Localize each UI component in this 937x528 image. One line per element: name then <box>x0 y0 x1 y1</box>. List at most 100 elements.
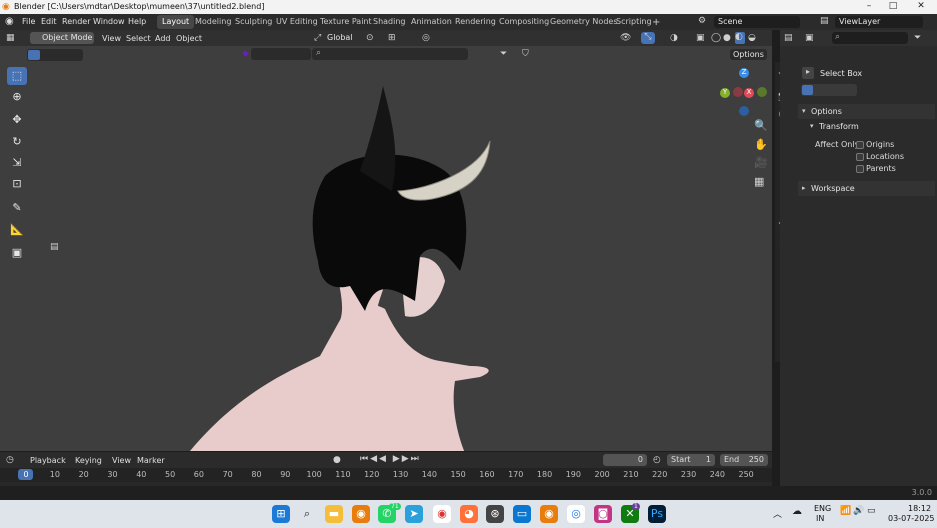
windows-start-icon[interactable]: ⊞ <box>272 505 290 523</box>
tab-shading[interactable]: Shading <box>368 15 411 29</box>
gizmo-x-axis[interactable]: X <box>744 88 754 98</box>
select-box-tool-icon[interactable]: ⬚ <box>7 67 27 85</box>
scene-selector[interactable]: Scene <box>714 16 800 28</box>
select-new-icon[interactable] <box>28 50 40 60</box>
file-explorer-icon[interactable]: ▬ <box>325 505 343 523</box>
menu-marker[interactable]: Marker <box>137 456 165 465</box>
restrict-icon[interactable]: ⛉ <box>522 49 529 59</box>
gizmo-toggle-icon[interactable]: ⤡ <box>641 32 655 44</box>
gizmo-neg-y[interactable] <box>757 87 767 97</box>
outliner-search-icon[interactable]: ⌕ <box>832 32 908 44</box>
blender-taskbar-icon[interactable]: ◉ <box>352 505 370 523</box>
menu-playback[interactable]: Playback <box>30 456 66 465</box>
mode-selector[interactable]: Object Mode <box>30 32 94 44</box>
menu-timeline-view[interactable]: View <box>112 456 131 465</box>
cursor-tool-icon[interactable]: ⊕ <box>7 88 27 106</box>
camera-view-icon[interactable]: 🎥 <box>754 156 768 169</box>
language-label[interactable]: ENG <box>814 504 831 513</box>
instagram-icon[interactable]: ◙ <box>594 505 612 523</box>
material-shading-icon[interactable]: ◐ <box>735 32 745 44</box>
select-mode-new-icon[interactable] <box>802 85 813 95</box>
gizmo-y-axis[interactable]: Y <box>720 88 730 98</box>
app-icon[interactable]: ⊛ <box>486 505 504 523</box>
photoshop-icon[interactable]: Ps <box>648 505 666 523</box>
current-frame-field[interactable]: 0 <box>603 454 647 466</box>
menu-render[interactable]: Render <box>62 17 90 26</box>
selectability-toggles[interactable] <box>251 48 311 60</box>
gizmo-neg-z[interactable] <box>739 106 749 116</box>
playback-controls[interactable]: ⏮◀◀ ▶▶⏭ <box>360 454 421 464</box>
taskbar-search-icon[interactable]: ⌕ <box>298 505 316 523</box>
menu-add[interactable]: Add <box>155 34 171 43</box>
onedrive-icon[interactable]: ☁ <box>792 506 802 517</box>
perspective-toggle-icon[interactable]: ▦ <box>754 175 764 188</box>
chrome-variant-icon[interactable]: ◉ <box>433 505 451 523</box>
outliner-filter-icon[interactable]: ⏷ <box>914 33 921 43</box>
end-frame-field[interactable]: End 250 <box>720 454 768 466</box>
gizmo-neg-x[interactable] <box>733 87 743 97</box>
proportional-edit-icon[interactable]: ◎ <box>422 33 430 43</box>
tab-layout[interactable]: Layout <box>157 15 195 29</box>
3d-viewport[interactable]: ◆ ⌕ ⏷ ⛉ Options ⬚ ⊕ ✥ ↻ ⇲ ⊡ ✎ 📐 ▣ ▤ Z Y … <box>0 46 772 451</box>
blender-menu-icon[interactable]: ◉ <box>5 16 14 27</box>
minimize-button[interactable]: – <box>860 1 878 13</box>
wifi-icon[interactable]: 📶 <box>840 506 851 516</box>
workspace-panel-header[interactable]: ▸ Workspace <box>798 181 935 196</box>
transform-tool-icon[interactable]: ⊡ <box>7 175 27 193</box>
parents-checkbox[interactable] <box>856 165 864 173</box>
menu-object[interactable]: Object <box>176 34 202 43</box>
search-icon[interactable]: ⌕ <box>312 48 468 60</box>
menu-select[interactable]: Select <box>126 34 151 43</box>
remote-desktop-icon[interactable]: ▭ <box>513 505 531 523</box>
maximize-button[interactable]: □ <box>884 1 902 13</box>
transform-subpanel-header[interactable]: ▾ Transform <box>805 120 935 134</box>
options-dropdown[interactable]: Options <box>730 49 767 60</box>
solid-shading-icon[interactable]: ● <box>723 33 731 43</box>
menu-view[interactable]: View <box>102 34 121 43</box>
clock-icon[interactable]: ◴ <box>653 455 661 465</box>
transform-orientation-select[interactable]: Global <box>324 32 360 44</box>
locations-checkbox[interactable] <box>856 153 864 161</box>
timeline-editor-icon[interactable]: ◷ <box>6 455 14 465</box>
telegram-icon[interactable]: ➤ <box>405 505 423 523</box>
collapse-toolbar-icon[interactable]: ▤ <box>50 242 59 252</box>
clock-date[interactable]: 03-07-2025 <box>888 514 935 523</box>
annotate-tool-icon[interactable]: ✎ <box>7 199 27 217</box>
volume-icon[interactable]: 🔊 <box>853 506 864 516</box>
options-panel-header[interactable]: ▾ Options <box>798 104 935 119</box>
scale-tool-icon[interactable]: ⇲ <box>7 154 27 172</box>
view-layer-selector[interactable]: ViewLayer <box>835 16 923 28</box>
rotate-tool-icon[interactable]: ↻ <box>7 133 27 151</box>
gizmo-z-axis[interactable]: Z <box>739 68 749 78</box>
blender-launcher-icon[interactable]: ◉ <box>540 505 558 523</box>
rendered-shading-icon[interactable]: ◒ <box>748 33 756 43</box>
move-tool-icon[interactable]: ✥ <box>7 111 27 129</box>
visibility-icon[interactable]: 👁 <box>620 33 631 43</box>
measure-tool-icon[interactable]: 📐 <box>7 221 27 239</box>
close-button[interactable]: ✕ <box>912 1 930 13</box>
menu-help[interactable]: Help <box>128 17 146 26</box>
origins-checkbox[interactable] <box>856 141 864 149</box>
firefox-icon[interactable]: ◕ <box>460 505 478 523</box>
menu-window[interactable]: Window <box>93 17 125 26</box>
wireframe-shading-icon[interactable]: ◯ <box>711 33 721 43</box>
menu-file[interactable]: File <box>22 17 35 26</box>
pivot-icon[interactable]: ⊙ <box>366 33 374 43</box>
zoom-icon[interactable]: 🔍 <box>754 119 768 132</box>
tray-overflow-icon[interactable]: ︿ <box>773 507 782 520</box>
region-label[interactable]: IN <box>816 514 824 523</box>
add-workspace-button[interactable]: + <box>647 15 665 29</box>
outliner-editor-icon[interactable]: ▤ <box>784 33 793 43</box>
battery-icon[interactable]: ▭ <box>867 506 876 516</box>
add-cube-tool-icon[interactable]: ▣ <box>7 244 27 262</box>
editor-type-icon[interactable]: ▦ <box>6 33 15 43</box>
clock-time[interactable]: 18:12 <box>908 504 931 513</box>
record-icon[interactable]: ● <box>333 455 341 465</box>
overlay-icon[interactable]: ◑ <box>670 33 678 43</box>
chrome-icon[interactable]: ◎ <box>567 505 585 523</box>
menu-edit[interactable]: Edit <box>41 17 57 26</box>
pan-hand-icon[interactable]: ✋ <box>754 138 768 151</box>
menu-keying[interactable]: Keying <box>75 456 102 465</box>
start-frame-field[interactable]: Start 1 <box>667 454 715 466</box>
object-types-icon[interactable]: ◆ <box>242 49 249 59</box>
